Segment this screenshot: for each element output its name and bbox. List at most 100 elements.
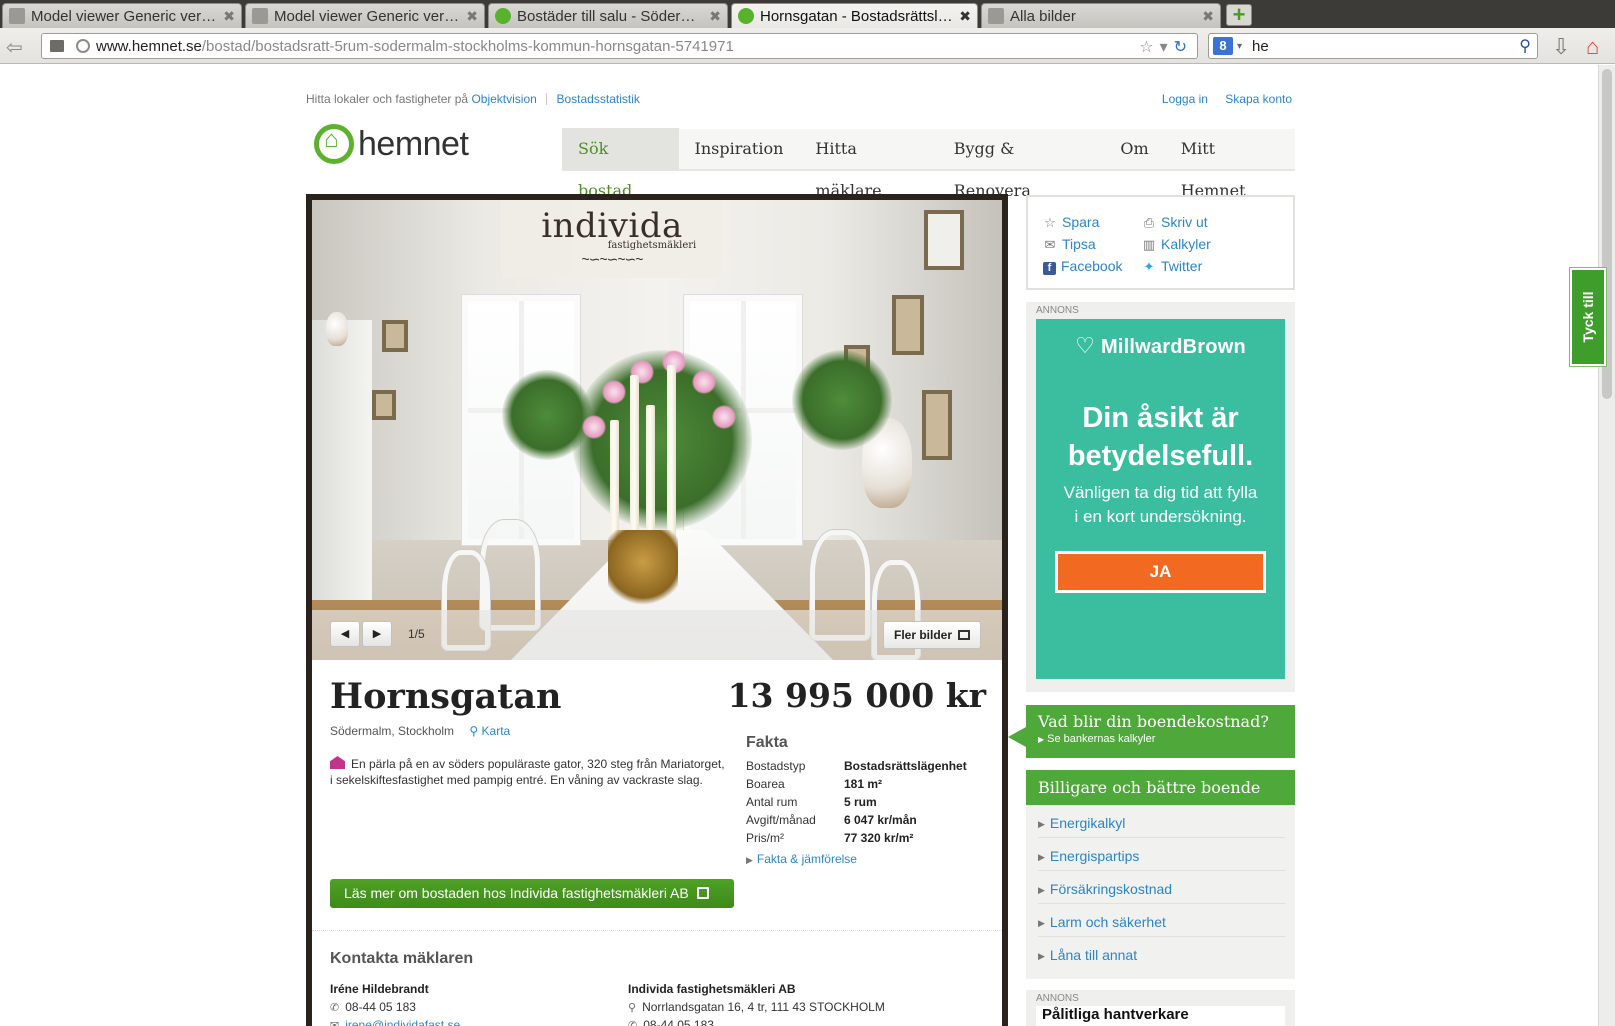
arrow-right-icon: ▶ (1038, 918, 1045, 928)
search-engine-icon[interactable]: 8 (1213, 37, 1233, 55)
facebook-link[interactable]: f Facebook (1043, 258, 1122, 275)
tab-label: Bostäder till salu - Söderma… (517, 7, 704, 25)
browser-tab-3[interactable]: Bostäder till salu - Söderma… ✖ (488, 3, 728, 28)
agent-email-link[interactable]: ✉ irene@individafast.se (330, 1018, 460, 1026)
photo-candle (610, 420, 619, 540)
photo-plant (572, 350, 752, 530)
agent-phone: ✆ 08-44 05 183 (330, 1000, 416, 1014)
close-icon[interactable]: ✖ (959, 8, 971, 25)
ad-body-line: i en kort undersökning. (1074, 507, 1247, 526)
facebook-label: Facebook (1061, 258, 1123, 274)
page-scrollbar[interactable] (1598, 65, 1615, 1026)
list-item-label: Larm och säkerhet (1049, 914, 1166, 930)
agent-phone-number: 08-44 05 183 (345, 1000, 416, 1014)
nav-mitt-hemnet[interactable]: Mitt Hemnet (1165, 128, 1295, 200)
listing-photo[interactable]: individa fastighetsmäkleri ~∽~∽~∽~ ◀ ▶ 1… (312, 200, 1002, 660)
url-bar[interactable]: www.hemnet.se/bostad/bostadsratt-5rum-so… (41, 33, 1198, 59)
page-info-icon[interactable] (50, 40, 64, 52)
print-link[interactable]: ⎙ Skriv ut (1142, 214, 1208, 231)
agent-name: Iréne Hildebrandt (330, 982, 429, 996)
twitter-label: Twitter (1161, 258, 1203, 274)
ad-headline-line: betydelsefull. (1067, 440, 1254, 472)
photo-frame (382, 320, 408, 352)
list-item-larm[interactable]: ▶ Larm och säkerhet (1038, 904, 1285, 937)
signup-link[interactable]: Skapa konto (1225, 92, 1292, 106)
reload-icon[interactable]: ↻ (1174, 37, 1187, 57)
calculator-link[interactable]: ▥ Kalkyler (1142, 236, 1211, 253)
photo-plant (792, 350, 892, 450)
next-image-button[interactable]: ▶ (362, 621, 392, 647)
search-bar[interactable]: 8 ▾ he ⚲ (1208, 33, 1538, 59)
property-location: Södermalm, Stockholm ⚲ Karta (330, 724, 510, 738)
bookmark-star-icon[interactable]: ☆ (1139, 37, 1153, 57)
feedback-label: Tyck till (1580, 291, 1596, 343)
close-icon[interactable]: ✖ (1202, 8, 1214, 25)
divider (546, 93, 548, 105)
arrow-right-icon: ▶ (1038, 951, 1045, 961)
home-icon[interactable]: ⌂ (1586, 34, 1599, 60)
nav-bygg-renovera[interactable]: Bygg & Renovera (938, 128, 1105, 200)
map-link[interactable]: Karta (482, 724, 511, 738)
read-more-broker-button[interactable]: Läs mer om bostaden hos Individa fastigh… (330, 879, 734, 908)
housing-cost-banner[interactable]: Vad blir din boendekostnad? ▶ Se bankerna… (1008, 705, 1295, 758)
browser-tab-active[interactable]: Hornsgatan - Bostadsrättsl… ✖ (731, 3, 978, 28)
list-item-energikalkyl[interactable]: ▶ Energikalkyl (1038, 805, 1285, 838)
logo-text: hemnet (358, 124, 469, 163)
section-divider (312, 930, 1002, 931)
search-icon[interactable]: ⚲ (1519, 36, 1531, 56)
more-images-button[interactable]: Fler bilder (882, 621, 981, 649)
fakta-row: Avgift/månad 6 047 kr/mån (746, 811, 967, 829)
page-icon (252, 8, 268, 24)
close-icon[interactable]: ✖ (709, 8, 721, 25)
ad-brand-name: MillwardBrown (1101, 336, 1246, 358)
phone-icon: ✆ (628, 1020, 638, 1026)
dropdown-arrow-icon[interactable]: ▾ (1160, 37, 1168, 57)
list-item-forsakringskostnad[interactable]: ▶ Försäkringskostnad (1038, 871, 1285, 904)
nav-inspiration[interactable]: Inspiration (679, 128, 800, 170)
browser-tab-1[interactable]: Model viewer Generic version ✖ (2, 3, 242, 28)
map-pin-icon: ⚲ (628, 1002, 637, 1014)
download-icon[interactable]: ⇩ (1552, 34, 1570, 60)
arrow-right-icon: ▶ (746, 855, 753, 865)
search-input[interactable]: he (1252, 38, 1269, 55)
bostadsstatistik-link[interactable]: Bostadsstatistik (557, 92, 640, 106)
save-link[interactable]: ☆ Spara (1043, 214, 1099, 231)
browser-tab-2[interactable]: Model viewer Generic version ✖ (245, 3, 485, 28)
hemnet-logo[interactable]: hemnet (314, 124, 469, 164)
save-label: Spara (1062, 214, 1100, 230)
fakta-comparison-link[interactable]: ▶ Fakta & jämförelse (746, 852, 857, 866)
login-link[interactable]: Logga in (1162, 92, 1208, 106)
back-arrow-icon[interactable]: ⇦ (6, 35, 23, 60)
share-actions-box: ☆ Spara ✉ Tipsa f Facebook ⎙ Skriv ut ▥ Kalky… (1026, 195, 1295, 290)
hemnet-favicon (738, 8, 754, 24)
star-icon: ☆ (1044, 215, 1056, 230)
millwardbrown-ad[interactable]: ♡ MillwardBrown Din åsikt är betydelseful… (1036, 319, 1285, 679)
cost-sub-label: Se bankernas kalkyler (1047, 733, 1156, 745)
fakta-row: Bostadstyp Bostadsrättslägenhet (746, 757, 967, 775)
ad-label: ANNONS (1036, 993, 1079, 1004)
map-pin-icon: ⚲ (469, 724, 479, 738)
new-tab-button[interactable]: + (1226, 4, 1252, 26)
twitter-link[interactable]: ✦ Twitter (1142, 258, 1203, 275)
envelope-icon: ✉ (1044, 237, 1056, 252)
arrow-right-icon: ▶ (372, 628, 382, 640)
ad-yes-button[interactable]: JA (1055, 551, 1266, 593)
browser-tab-5[interactable]: Alla bilder ✖ (981, 3, 1221, 28)
close-icon[interactable]: ✖ (466, 8, 478, 25)
tip-link[interactable]: ✉ Tipsa (1043, 236, 1096, 253)
chevron-down-icon[interactable]: ▾ (1237, 41, 1242, 52)
feedback-tab[interactable]: Tyck till (1570, 268, 1606, 366)
advertisement-box-2: ANNONS Pålitliga hantverkare (1026, 990, 1295, 1026)
objektvision-link[interactable]: Objektvision (471, 92, 536, 106)
nav-hitta-maklare[interactable]: Hitta mäklare (799, 128, 937, 200)
list-item-energispartips[interactable]: ▶ Energispartips (1038, 838, 1285, 871)
close-icon[interactable]: ✖ (223, 8, 235, 25)
prev-image-button[interactable]: ◀ (330, 621, 360, 647)
ad-label: ANNONS (1036, 305, 1079, 316)
fakta-heading: Fakta (746, 734, 788, 751)
advertisement-box: ANNONS ♡ MillwardBrown Din åsikt är betyd… (1026, 302, 1295, 692)
nav-sok-bostad[interactable]: Sök bostad (562, 128, 679, 200)
list-item-lana[interactable]: ▶ Låna till annat (1038, 937, 1285, 970)
ad-2-title[interactable]: Pålitliga hantverkare (1036, 1006, 1285, 1026)
nav-om[interactable]: Om (1104, 128, 1164, 170)
